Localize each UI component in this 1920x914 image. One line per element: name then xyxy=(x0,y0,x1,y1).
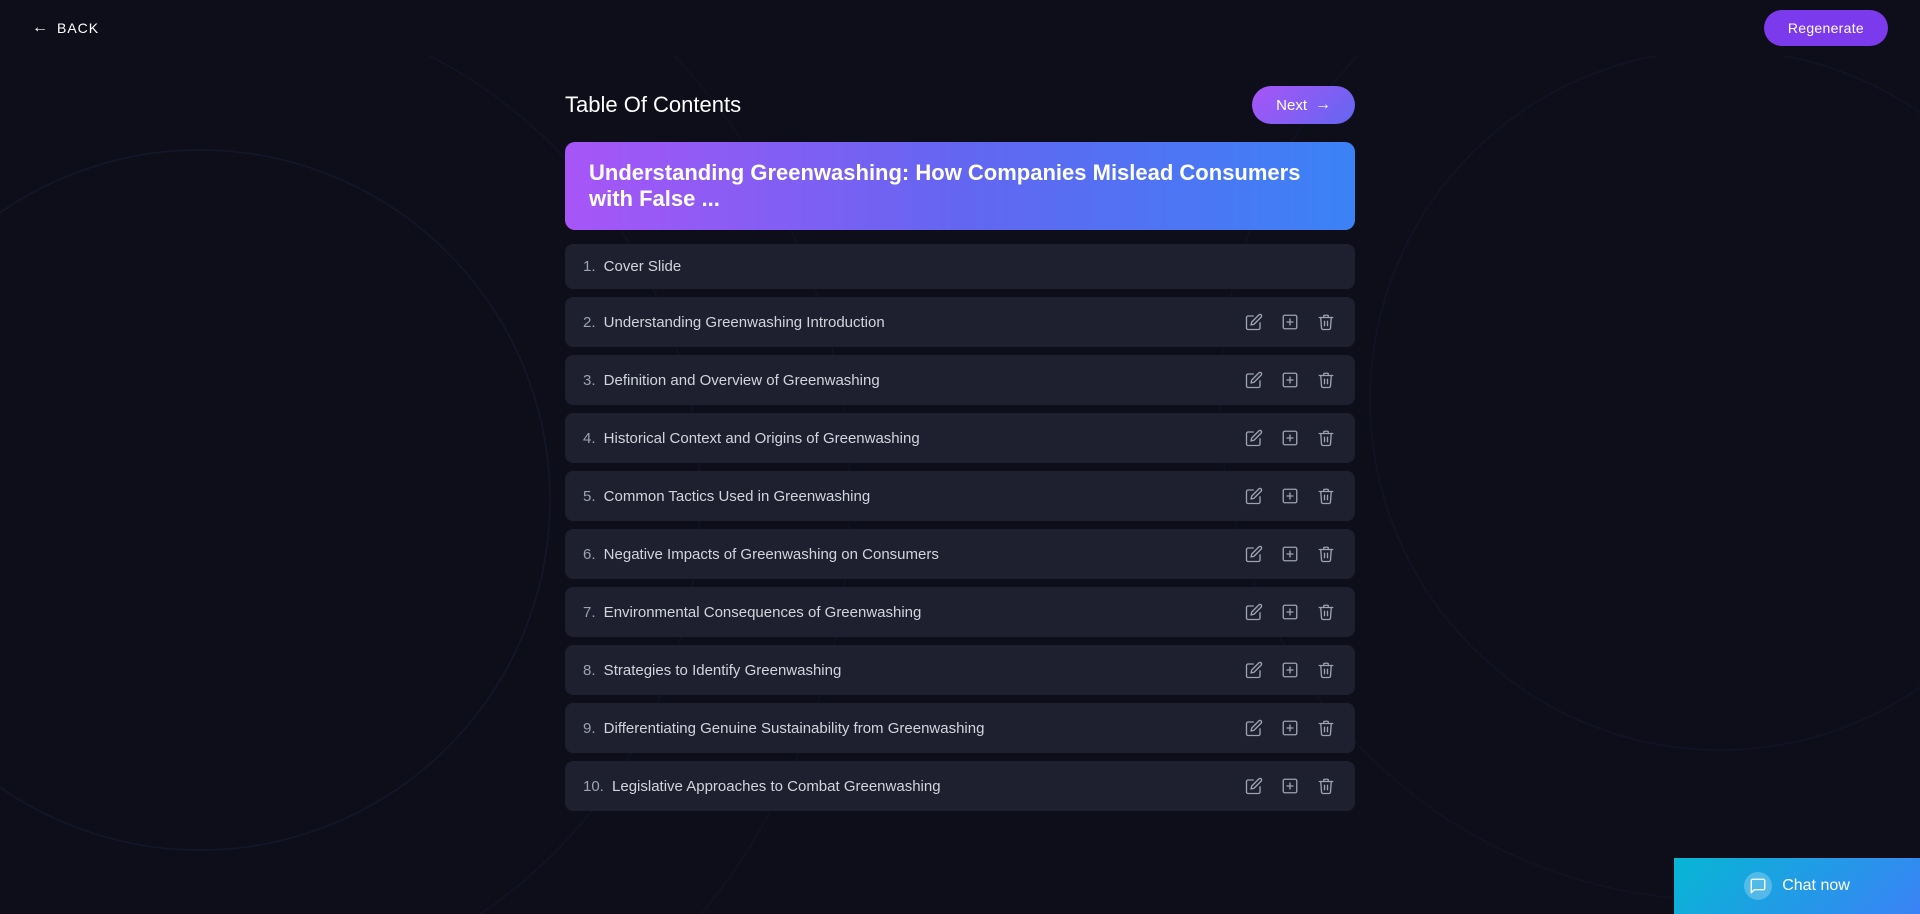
slide-number: 1. xyxy=(583,258,596,275)
slide-number: 7. xyxy=(583,604,596,621)
slide-actions xyxy=(1243,775,1337,797)
slide-label: 7. Environmental Consequences of Greenwa… xyxy=(583,604,921,621)
delete-icon[interactable] xyxy=(1315,717,1337,739)
delete-icon[interactable] xyxy=(1315,485,1337,507)
delete-icon[interactable] xyxy=(1315,427,1337,449)
slide-number: 3. xyxy=(583,372,596,389)
edit-icon[interactable] xyxy=(1243,543,1265,565)
next-label: Next xyxy=(1276,97,1307,114)
chat-now-button[interactable]: Chat now xyxy=(1674,858,1920,914)
slide-actions xyxy=(1243,311,1337,333)
presentation-title-text: Understanding Greenwashing: How Companie… xyxy=(589,160,1300,211)
slide-number: 2. xyxy=(583,314,596,331)
slide-label: 9. Differentiating Genuine Sustainabilit… xyxy=(583,720,984,737)
main-content: Table Of Contents Next → Understanding G… xyxy=(0,56,1920,811)
slide-list: 1. Cover Slide 2. Understanding Greenwash… xyxy=(565,244,1355,811)
chat-now-container: Chat now xyxy=(1674,858,1920,914)
slide-actions xyxy=(1243,485,1337,507)
slide-label: 2. Understanding Greenwashing Introducti… xyxy=(583,314,885,331)
add-icon[interactable] xyxy=(1279,427,1301,449)
edit-icon[interactable] xyxy=(1243,659,1265,681)
back-label: BACK xyxy=(57,20,99,36)
slide-item[interactable]: 4. Historical Context and Origins of Gre… xyxy=(565,413,1355,463)
add-icon[interactable] xyxy=(1279,717,1301,739)
slide-actions xyxy=(1243,427,1337,449)
slide-number: 4. xyxy=(583,430,596,447)
back-button[interactable]: ← BACK xyxy=(32,19,99,37)
slide-label: 8. Strategies to Identify Greenwashing xyxy=(583,662,841,679)
toc-container: Table Of Contents Next → Understanding G… xyxy=(565,86,1355,811)
slide-item[interactable]: 8. Strategies to Identify Greenwashing xyxy=(565,645,1355,695)
slide-actions xyxy=(1243,601,1337,623)
slide-item[interactable]: 10. Legislative Approaches to Combat Gre… xyxy=(565,761,1355,811)
delete-icon[interactable] xyxy=(1315,369,1337,391)
chat-icon xyxy=(1744,872,1772,900)
slide-actions xyxy=(1243,659,1337,681)
slide-label: 10. Legislative Approaches to Combat Gre… xyxy=(583,778,941,795)
delete-icon[interactable] xyxy=(1315,601,1337,623)
regenerate-button[interactable]: Regenerate xyxy=(1764,10,1888,46)
slide-item[interactable]: 1. Cover Slide xyxy=(565,244,1355,289)
toc-header: Table Of Contents Next → xyxy=(565,86,1355,124)
slide-actions xyxy=(1243,543,1337,565)
delete-icon[interactable] xyxy=(1315,659,1337,681)
delete-icon[interactable] xyxy=(1315,543,1337,565)
next-button[interactable]: Next → xyxy=(1252,86,1355,124)
slide-label: 5. Common Tactics Used in Greenwashing xyxy=(583,488,870,505)
slide-item[interactable]: 3. Definition and Overview of Greenwashi… xyxy=(565,355,1355,405)
slide-actions xyxy=(1243,369,1337,391)
add-icon[interactable] xyxy=(1279,485,1301,507)
add-icon[interactable] xyxy=(1279,369,1301,391)
slide-item[interactable]: 5. Common Tactics Used in Greenwashing xyxy=(565,471,1355,521)
add-icon[interactable] xyxy=(1279,659,1301,681)
delete-icon[interactable] xyxy=(1315,775,1337,797)
add-icon[interactable] xyxy=(1279,311,1301,333)
back-arrow-icon: ← xyxy=(32,19,49,37)
slide-number: 5. xyxy=(583,488,596,505)
slide-label: 4. Historical Context and Origins of Gre… xyxy=(583,430,920,447)
edit-icon[interactable] xyxy=(1243,485,1265,507)
slide-label: 6. Negative Impacts of Greenwashing on C… xyxy=(583,546,939,563)
presentation-title-banner[interactable]: Understanding Greenwashing: How Companie… xyxy=(565,142,1355,230)
edit-icon[interactable] xyxy=(1243,369,1265,391)
slide-item[interactable]: 7. Environmental Consequences of Greenwa… xyxy=(565,587,1355,637)
edit-icon[interactable] xyxy=(1243,427,1265,449)
slide-label: 1. Cover Slide xyxy=(583,258,681,275)
slide-label: 3. Definition and Overview of Greenwashi… xyxy=(583,372,880,389)
slide-item[interactable]: 6. Negative Impacts of Greenwashing on C… xyxy=(565,529,1355,579)
add-icon[interactable] xyxy=(1279,775,1301,797)
edit-icon[interactable] xyxy=(1243,601,1265,623)
chat-now-label: Chat now xyxy=(1782,877,1850,895)
edit-icon[interactable] xyxy=(1243,775,1265,797)
delete-icon[interactable] xyxy=(1315,311,1337,333)
slide-item[interactable]: 2. Understanding Greenwashing Introducti… xyxy=(565,297,1355,347)
add-icon[interactable] xyxy=(1279,543,1301,565)
chat-bubble-icon xyxy=(1749,877,1767,895)
edit-icon[interactable] xyxy=(1243,311,1265,333)
top-bar: ← BACK Regenerate xyxy=(0,0,1920,56)
toc-title: Table Of Contents xyxy=(565,92,741,118)
slide-number: 6. xyxy=(583,546,596,563)
add-icon[interactable] xyxy=(1279,601,1301,623)
slide-item[interactable]: 9. Differentiating Genuine Sustainabilit… xyxy=(565,703,1355,753)
slide-number: 10. xyxy=(583,778,604,795)
slide-actions xyxy=(1243,717,1337,739)
slide-number: 9. xyxy=(583,720,596,737)
next-arrow-icon: → xyxy=(1315,96,1331,114)
regenerate-label: Regenerate xyxy=(1788,20,1864,36)
slide-number: 8. xyxy=(583,662,596,679)
edit-icon[interactable] xyxy=(1243,717,1265,739)
